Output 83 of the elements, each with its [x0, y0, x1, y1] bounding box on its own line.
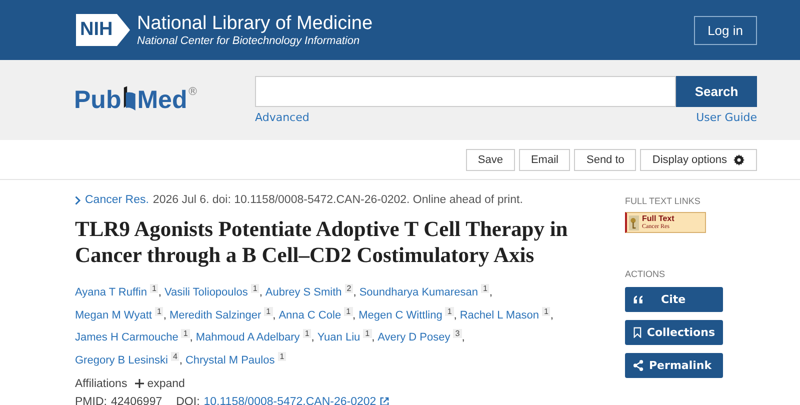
- comma: ,: [462, 332, 465, 344]
- external-link-icon: [380, 397, 390, 405]
- comma: ,: [272, 309, 276, 322]
- action-button[interactable]: Cite: [625, 287, 723, 312]
- author-link[interactable]: Yuan Liu: [317, 332, 360, 344]
- comma: ,: [259, 286, 262, 299]
- author-link[interactable]: James H Carmouche: [75, 332, 178, 344]
- affiliation-number[interactable]: 1: [154, 306, 164, 316]
- author-link[interactable]: Soundharya Kumaresan: [359, 286, 478, 299]
- chevron-icon: [75, 196, 81, 204]
- section-heading: ACTIONS: [625, 269, 666, 279]
- doi-link[interactable]: 10.1158/0008-5472.CAN-26-0202: [204, 396, 376, 405]
- search-button[interactable]: Search: [676, 76, 757, 107]
- comma: ,: [352, 309, 356, 322]
- affiliation-number[interactable]: 1: [181, 329, 190, 338]
- author-link[interactable]: Rachel L Mason: [460, 309, 539, 322]
- citation-text: 2026 Jul 6. doi: 10.1158/0008-5472.CAN-26-0202. Online ahead of print.: [152, 194, 523, 206]
- pmid-label: PMID:: [75, 396, 107, 405]
- affiliation-number[interactable]: 1: [480, 284, 490, 293]
- author-link[interactable]: Chrystal M Paulos: [185, 354, 275, 367]
- affiliation-number[interactable]: 1: [264, 306, 273, 316]
- site-subtitle: National Center for Biotechnology Information: [137, 35, 361, 47]
- search-field[interactable]: [255, 76, 676, 107]
- nih-logo[interactable]: [75, 13, 131, 47]
- author-link[interactable]: Megen C Wittling: [358, 309, 442, 322]
- affiliation-number[interactable]: 1: [250, 284, 260, 293]
- logo-word[interactable]: Pub: [74, 86, 122, 115]
- advanced-link[interactable]: Advanced: [255, 111, 310, 124]
- pmid-value: 42406997: [110, 396, 162, 405]
- section-heading: FULL TEXT LINKS: [625, 196, 702, 206]
- registered-mark: ®: [187, 85, 198, 98]
- doi-label: DOI:: [176, 396, 200, 405]
- affiliation-number[interactable]: 1: [363, 329, 372, 338]
- comma: ,: [489, 286, 492, 299]
- comma: ,: [353, 286, 356, 299]
- author-link[interactable]: Vasili Toliopoulos: [164, 286, 248, 299]
- author-link[interactable]: Gregory B Lesinski: [75, 354, 168, 367]
- author-link[interactable]: Meredith Salzinger: [169, 309, 262, 322]
- user-guide-link[interactable]: User Guide: [696, 111, 757, 124]
- comma: ,: [372, 332, 375, 344]
- affiliations-label: Affiliations: [75, 378, 128, 390]
- action-button[interactable]: Permalink: [625, 353, 723, 378]
- keys-icon: [629, 214, 639, 230]
- login-button[interactable]: Log in: [694, 16, 757, 44]
- toolbar-button[interactable]: Save: [466, 148, 515, 170]
- comma: ,: [311, 332, 314, 344]
- site-title[interactable]: National Library of Medicine: [137, 13, 373, 35]
- book-icon: [122, 85, 136, 113]
- affiliation-number[interactable]: 4: [170, 352, 180, 361]
- comma: ,: [550, 309, 554, 322]
- share-icon: [633, 360, 644, 371]
- affiliation-number[interactable]: 1: [445, 306, 454, 316]
- author-link[interactable]: Anna C Cole: [278, 309, 342, 322]
- nih-mark: NIH: [80, 19, 113, 41]
- affiliation-number[interactable]: 1: [150, 284, 158, 293]
- journal-link[interactable]: Cancer Res.: [85, 194, 149, 206]
- affiliation-number[interactable]: 1: [344, 306, 353, 316]
- toolbar-button[interactable]: Send to: [574, 148, 636, 170]
- author-link[interactable]: Aubrey S Smith: [265, 286, 342, 299]
- affiliation-number[interactable]: 3: [453, 329, 462, 338]
- affiliation-number[interactable]: 1: [302, 329, 312, 338]
- affiliation-number[interactable]: 1: [278, 352, 286, 361]
- author-link[interactable]: Ayana T Ruffin: [75, 286, 147, 299]
- affiliation-number[interactable]: 2: [344, 284, 354, 293]
- author-link[interactable]: Megan M Wyatt: [75, 309, 152, 322]
- logo-word[interactable]: Med: [137, 86, 188, 115]
- settings-icon: [733, 154, 745, 166]
- expand-button[interactable]: expand: [135, 378, 185, 390]
- article-title: TLR9 Agonists Potentiate Adoptive T Cell Therapy in Cancer through a B Cell–CD2 Costimulatory Axis: [75, 216, 569, 268]
- author-link[interactable]: Mahmoud A Adelbary: [196, 332, 300, 344]
- bookmark-icon: [633, 327, 642, 338]
- quote-icon: [633, 294, 644, 305]
- action-button[interactable]: Collections: [625, 320, 723, 345]
- affiliation-number[interactable]: 1: [542, 306, 550, 316]
- comma: ,: [190, 332, 193, 344]
- author-link[interactable]: Avery D Posey: [378, 332, 450, 344]
- comma: ,: [454, 309, 457, 322]
- toolbar-button[interactable]: Email: [518, 148, 570, 170]
- comma: ,: [163, 309, 166, 322]
- plus-icon: [135, 379, 144, 388]
- comma: ,: [158, 286, 162, 299]
- comma: ,: [179, 354, 182, 367]
- toolbar-button[interactable]: Display options: [640, 148, 757, 170]
